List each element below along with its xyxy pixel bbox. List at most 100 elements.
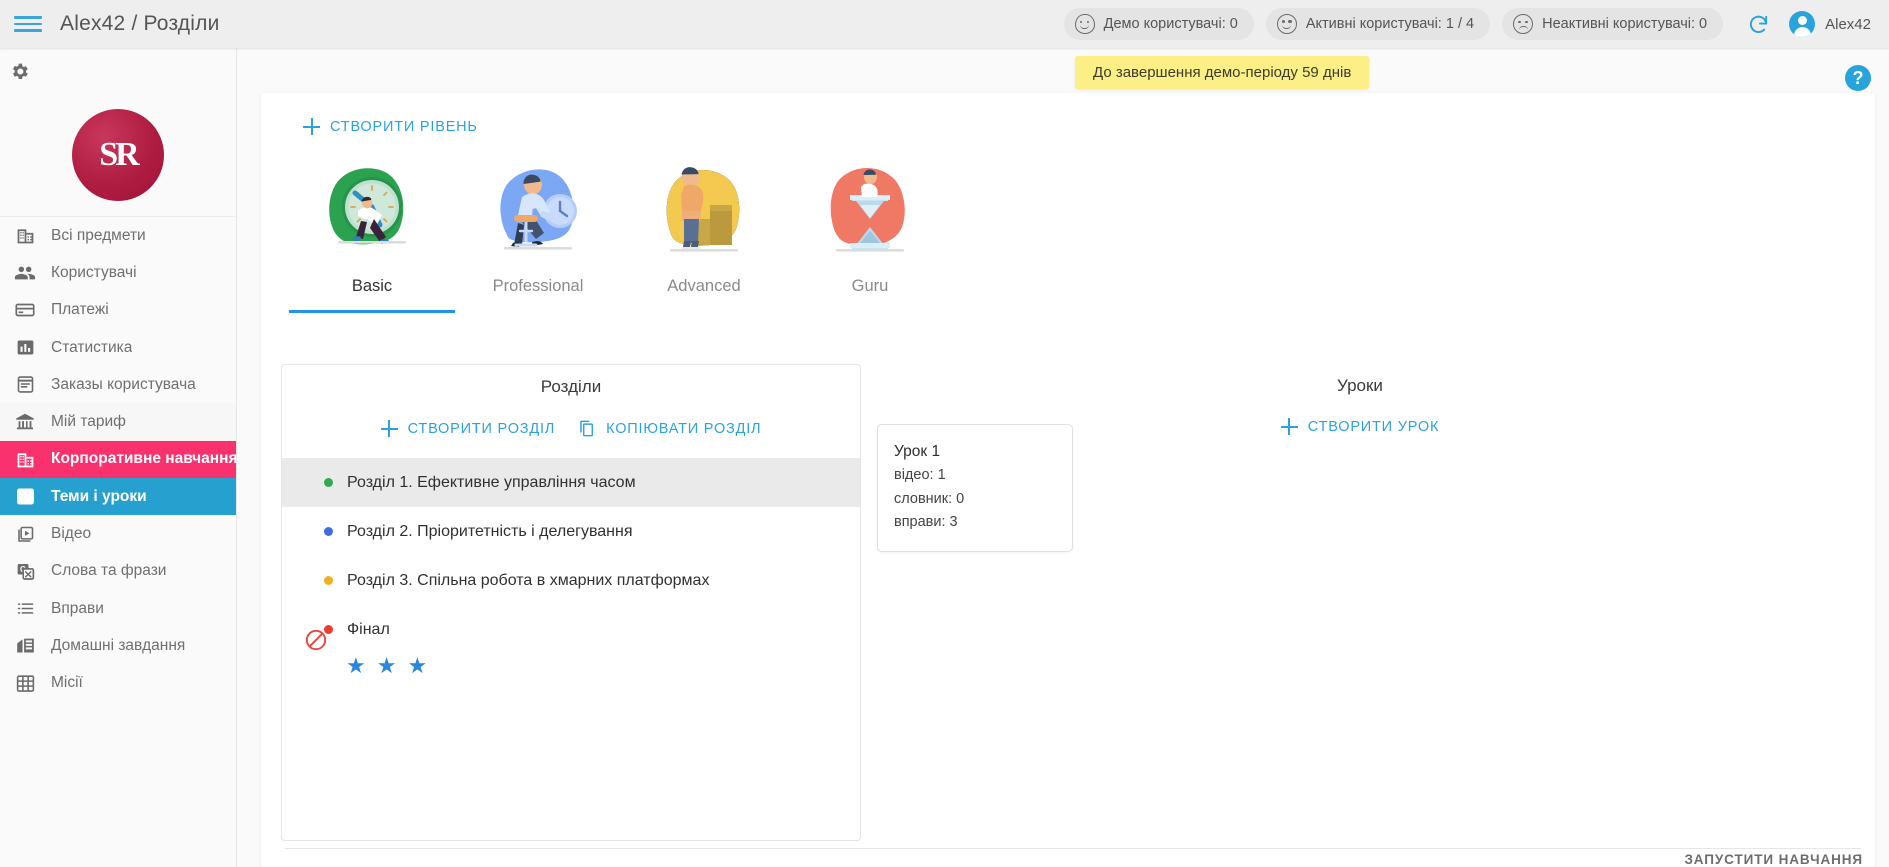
- bar-chart-icon: [12, 335, 38, 361]
- sidebar-item-label: Вправи: [51, 599, 104, 617]
- receipt-icon: [12, 372, 38, 398]
- sidebar-item-user-orders[interactable]: Заказы користувача: [0, 366, 236, 403]
- create-lesson-button[interactable]: СТВОРИТИ УРОК: [1280, 418, 1439, 435]
- level-tab-label: Professional: [492, 277, 584, 295]
- section-label: Фінал: [347, 620, 390, 638]
- level-tab-label: Advanced: [667, 277, 741, 295]
- plus-icon: [1280, 418, 1298, 435]
- lesson-card-exercises-count: вправи: 3: [894, 514, 958, 531]
- level-tab-basic[interactable]: Basic: [289, 153, 455, 313]
- gear-icon[interactable]: [8, 60, 30, 82]
- bullet-list-icon: [12, 596, 38, 622]
- help-icon[interactable]: ?: [1845, 65, 1871, 91]
- sidebar-item-label: Відео: [51, 525, 92, 543]
- section-status-dot: [324, 576, 333, 585]
- sidebar-item-users[interactable]: Користувачі: [0, 254, 236, 291]
- sidebar-item-payments[interactable]: Платежі: [0, 292, 236, 329]
- sidebar-header: [0, 48, 236, 94]
- level-tabs: Basic Professional Advanced Guru: [289, 153, 953, 313]
- sidebar-item-label: Місії: [51, 674, 83, 692]
- hamburger-icon[interactable]: [14, 14, 42, 34]
- main-content: До завершення демо-періоду 59 днів ? СТВ…: [237, 48, 1889, 867]
- section-row[interactable]: Розділ 2. Пріоритетність і делегування: [282, 507, 860, 556]
- stat-active-users-label: Активні користувачі: 1 / 4: [1305, 16, 1475, 32]
- inactive-face-icon: [1513, 14, 1534, 34]
- sidebar-item-exercises[interactable]: Вправи: [0, 590, 236, 627]
- sidebar-item-my-plan[interactable]: Мій тариф: [0, 403, 236, 441]
- section-row[interactable]: Фінал: [282, 605, 860, 654]
- sidebar-item-label: Домашні завдання: [51, 636, 186, 654]
- section-rating-stars: ★ ★ ★: [346, 655, 427, 677]
- brand-logo[interactable]: SR: [0, 94, 236, 216]
- plus-icon: [380, 420, 398, 437]
- star-icon[interactable]: ★: [407, 655, 427, 677]
- sidebar-item-label: Мій тариф: [51, 413, 126, 431]
- header-user-name: Alex42: [1825, 15, 1871, 33]
- stat-inactive-users-label: Неактивні користувачі: 0: [1542, 16, 1708, 32]
- demo-period-banner: До завершення демо-періоду 59 днів: [1075, 56, 1370, 89]
- level-tab-guru[interactable]: Guru: [787, 153, 953, 313]
- level-tab-underline: [289, 310, 455, 313]
- level-tab-advanced[interactable]: Advanced: [621, 153, 787, 313]
- sections-panel-actions: СТВОРИТИ РОЗДІЛ КОПІЮВАТИ РОЗДІЛ: [282, 397, 860, 458]
- sidebar-item-label: Слова та фрази: [51, 562, 167, 580]
- desk-clock-illustration: [482, 153, 594, 261]
- level-tab-underline: [787, 310, 953, 313]
- sidebar-item-label: Заказы користувача: [51, 375, 196, 393]
- list-box-icon: [12, 484, 38, 510]
- account-menu[interactable]: Alex42: [1789, 11, 1871, 37]
- grid-icon: [12, 670, 38, 696]
- create-level-button[interactable]: СТВОРИТИ РІВЕНЬ: [303, 118, 478, 135]
- sidebar-item-label: Користувачі: [51, 263, 137, 281]
- hourglass-illustration: [814, 153, 926, 261]
- sidebar-item-homework[interactable]: Домашні завдання: [0, 627, 236, 664]
- translate-icon: G: [12, 558, 38, 584]
- start-training-button[interactable]: ЗАПУСТИТИ НАВЧАННЯ: [1684, 852, 1863, 867]
- stat-pill-demo-users[interactable]: Демо користувачі: 0: [1063, 8, 1254, 40]
- level-tab-professional[interactable]: Professional: [455, 153, 621, 313]
- sidebar-item-topics-and-lessons[interactable]: Теми і уроки: [0, 478, 236, 516]
- section-row[interactable]: Розділ 1. Ефективне управління часом: [282, 458, 860, 507]
- lesson-card-title: Урок 1: [894, 443, 941, 460]
- level-tab-label: Guru: [851, 277, 889, 295]
- bank-icon: [12, 409, 38, 435]
- stat-pill-inactive-users[interactable]: Неактивні користувачі: 0: [1502, 8, 1724, 40]
- section-label: Розділ 3. Спільна робота в хмарних платф…: [347, 571, 710, 589]
- sidebar-item-label: Теми і уроки: [51, 487, 147, 505]
- refresh-icon[interactable]: [1741, 7, 1775, 41]
- sidebar-item-words-and-phrases[interactable]: G Слова та фрази: [0, 553, 236, 590]
- copy-icon: [577, 419, 596, 438]
- sidebar: SR Всі предмети Користувачі Платежі Стат…: [0, 48, 237, 867]
- home-work-icon: [12, 633, 38, 659]
- levels-card: СТВОРИТИ РІВЕНЬ Basic Professional Advan…: [261, 93, 1875, 867]
- star-icon[interactable]: ★: [377, 655, 397, 677]
- sections-panel-title: Розділи: [540, 377, 602, 396]
- level-tab-underline: [455, 310, 621, 313]
- blocked-icon[interactable]: [304, 628, 328, 652]
- lesson-card-video-count: відео: 1: [894, 467, 946, 484]
- sidebar-item-statistics[interactable]: Статистика: [0, 329, 236, 366]
- lesson-card[interactable]: Урок 1 відео: 1 словник: 0 вправи: 3: [877, 424, 1073, 552]
- building-icon: [12, 223, 38, 249]
- star-icon[interactable]: ★: [346, 655, 366, 677]
- sidebar-item-video[interactable]: Відео: [0, 515, 236, 552]
- sidebar-item-label: Корпоративне навчання: [51, 450, 236, 468]
- sections-panel: Розділи СТВОРИТИ РОЗДІЛ КОПІЮВАТИ РОЗДІЛ…: [281, 364, 861, 841]
- sidebar-item-all-subjects[interactable]: Всі предмети: [0, 217, 236, 254]
- active-face-icon: [1276, 14, 1297, 34]
- stat-pill-active-users[interactable]: Активні користувачі: 1 / 4: [1265, 8, 1491, 40]
- create-section-button[interactable]: СТВОРИТИ РОЗДІЛ: [380, 420, 556, 437]
- section-status-dot: [324, 478, 333, 487]
- app-root: Alex42 / Розділи Демо користувачі: 0 Акт…: [0, 0, 1889, 867]
- copy-section-button[interactable]: КОПІЮВАТИ РОЗДІЛ: [577, 419, 761, 438]
- create-level-label: СТВОРИТИ РІВЕНЬ: [330, 118, 478, 135]
- sidebar-item-corporate-training[interactable]: Корпоративне навчання: [0, 440, 236, 479]
- level-tab-label: Basic: [351, 277, 393, 295]
- account-avatar-icon: [1789, 11, 1816, 37]
- section-status-dot: [324, 527, 333, 536]
- section-row[interactable]: Розділ 3. Спільна робота в хмарних платф…: [282, 556, 860, 605]
- lesson-card-dictionary-count: словник: 0: [894, 490, 965, 507]
- create-section-label: СТВОРИТИ РОЗДІЛ: [407, 420, 556, 437]
- sidebar-item-missions[interactable]: Місії: [0, 665, 236, 702]
- sidebar-item-label: Платежі: [51, 301, 109, 319]
